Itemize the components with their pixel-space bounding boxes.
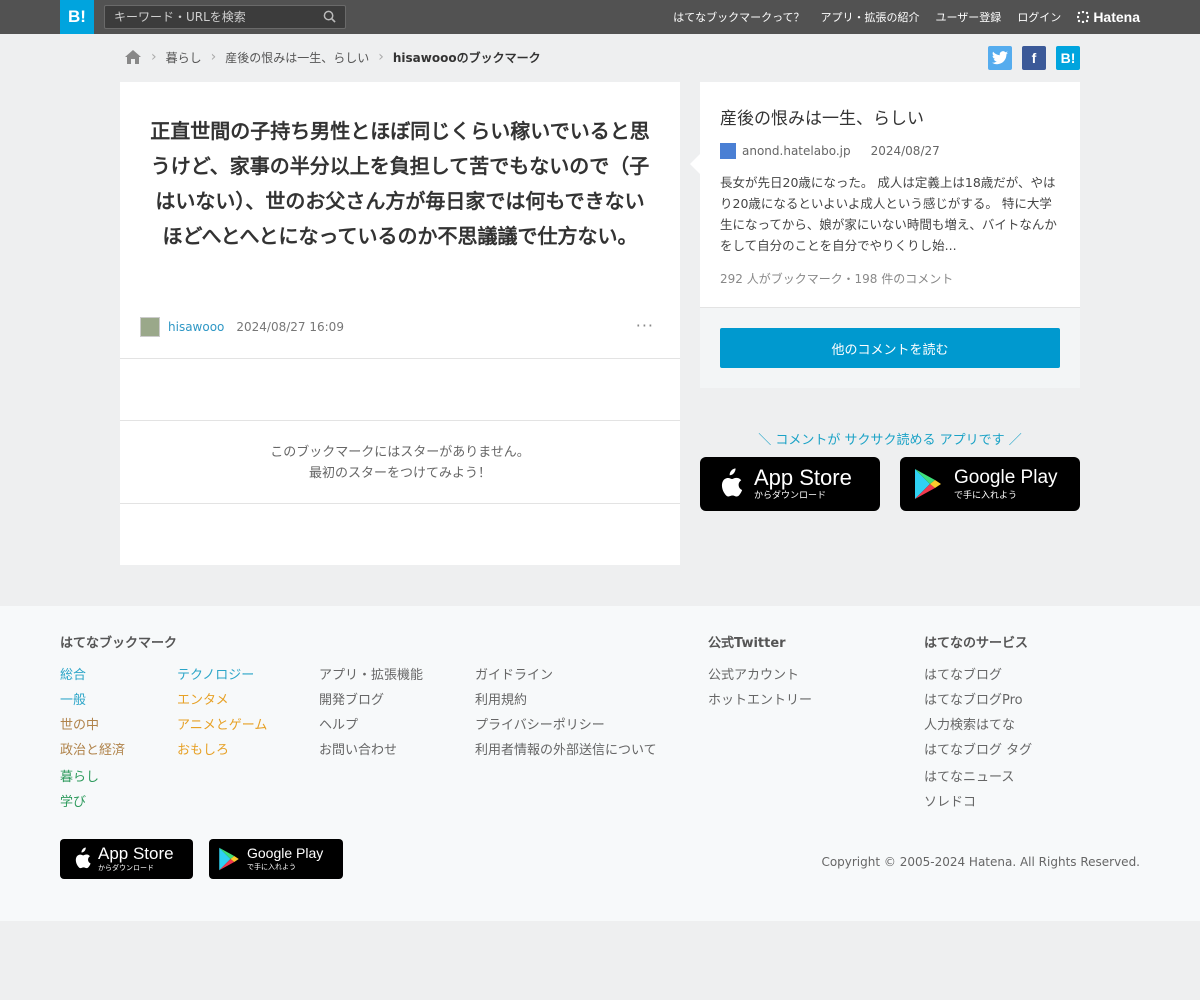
google-play-icon [219, 847, 239, 871]
hatena-b-icon: B! [1060, 50, 1076, 66]
twitter-bird-icon [992, 51, 1008, 65]
nav-about[interactable]: はてなブックマークって？ [673, 9, 804, 25]
chevron-right-icon: › [378, 49, 384, 65]
footer-cat-general[interactable]: 総合 [60, 664, 86, 683]
footer-service-news[interactable]: はてなニュース [924, 766, 1014, 785]
top-nav: はてなブックマークって？ アプリ・拡張の紹介 ユーザー登録 ログイン Haten… [657, 0, 1140, 34]
copyright: Copyright © 2005-2024 Hatena. All Rights… [821, 855, 1140, 869]
facebook-icon: f [1031, 50, 1037, 66]
apple-icon [721, 468, 743, 497]
breadcrumb-category[interactable]: 暮らし [166, 49, 202, 66]
site-favicon-icon [720, 143, 736, 159]
footer-google-play-label: Google Play [247, 845, 324, 861]
app-store-badge[interactable]: App Store からダウンロード [700, 457, 880, 511]
apple-icon [75, 847, 91, 869]
footer-cat-learning[interactable]: 学び [60, 791, 86, 810]
bookmark-card: 正直世間の子持ち男性とほぼ同じくらい稼いでいると思うけど、家事の半分以上を負担し… [120, 82, 680, 565]
hatena-share-button[interactable]: B! [1056, 46, 1080, 70]
footer-service-soredoko[interactable]: ソレドコ [924, 791, 976, 810]
hatena-dots-icon [1077, 11, 1090, 23]
chevron-right-icon: › [210, 49, 217, 65]
no-star-message: このブックマークにはスターがありません。 最初のスターをつけてみよう！ [120, 442, 680, 484]
breadcrumb-entry[interactable]: 産後の恨みは一生、らしい [225, 49, 369, 66]
footer-cat-fun[interactable]: おもしろ [177, 739, 229, 758]
entry-date: 2024/08/27 [870, 144, 940, 158]
footer: はてなブックマーク 総合 一般 世の中 政治と経済 暮らし 学び テクノロジー … [0, 606, 1200, 921]
footer-app-store-sub: からダウンロード [98, 864, 154, 872]
share-buttons: f B! [978, 46, 1080, 70]
app-promo-text: ＼ コメントが サクサク読める アプリです ／ [758, 433, 1022, 448]
footer-link-help[interactable]: ヘルプ [319, 714, 358, 733]
user-link[interactable]: hisawooo [168, 320, 224, 334]
footer-app-store-label: App Store [98, 844, 174, 863]
divider [120, 358, 680, 359]
app-store-label: App Store [754, 464, 852, 490]
footer-link-terms[interactable]: 利用規約 [475, 689, 527, 708]
footer-cat-world[interactable]: 世の中 [60, 714, 99, 733]
chevron-right-icon: › [151, 49, 157, 65]
entry-card: 産後の恨みは一生、らしい anond.hatelabo.jp 2024/08/2… [690, 82, 1080, 307]
bookmark-comment: 正直世間の子持ち男性とほぼ同じくらい稼いでいると思うけど、家事の半分以上を負担し… [150, 119, 650, 248]
footer-link-devblog[interactable]: 開発ブログ [319, 689, 384, 708]
hatena-bookmark-logo[interactable]: B! [60, 0, 94, 34]
google-play-icon [915, 469, 941, 499]
no-star-line2: 最初のスターをつけてみよう！ [308, 466, 491, 481]
nav-apps[interactable]: アプリ・拡張の紹介 [821, 9, 920, 25]
bookmark-meta: hisawooo 2024/08/27 16:09 [140, 317, 344, 337]
footer-cat-entertainment[interactable]: エンタメ [177, 689, 229, 708]
read-more-comments-button[interactable]: 他のコメントを読む [720, 328, 1060, 368]
footer-cat-ippan[interactable]: 一般 [60, 689, 86, 708]
footer-services-title: はてなのサービス [924, 636, 1029, 651]
footer-service-jinriki[interactable]: 人力検索はてな [924, 714, 1015, 733]
home-icon[interactable] [124, 49, 142, 65]
more-menu-icon[interactable]: ··· [636, 316, 654, 335]
no-star-line1: このブックマークにはスターがありません。 [270, 445, 530, 460]
footer-app-store-badge[interactable]: App Store からダウンロード [60, 839, 193, 879]
twitter-share-button[interactable] [988, 46, 1012, 70]
hatena-brand: Hatena [1093, 9, 1140, 25]
app-store-sub: からダウンロード [754, 490, 827, 501]
nav-login[interactable]: ログイン [1017, 9, 1061, 25]
google-play-badge[interactable]: Google Play で手に入れよう [900, 457, 1080, 511]
google-play-label: Google Play [954, 466, 1058, 488]
divider [120, 420, 680, 421]
footer-twitter-title: 公式Twitter [708, 636, 786, 651]
entry-bookmark-count[interactable]: 292 人がブックマーク・198 件のコメント [720, 270, 953, 287]
footer-service-blog[interactable]: はてなブログ [924, 664, 1002, 683]
bookmark-date: 2024/08/27 16:09 [236, 320, 344, 334]
entry-domain[interactable]: anond.hatelabo.jp [742, 144, 851, 158]
footer-google-play-badge[interactable]: Google Play で手に入れよう [209, 839, 343, 879]
entry-source: anond.hatelabo.jp 2024/08/27 [720, 143, 940, 159]
breadcrumb-current: hisawoooのブックマーク [392, 50, 541, 65]
footer-twitter-hotentry[interactable]: ホットエントリー [708, 689, 812, 708]
footer-cat-tech[interactable]: テクノロジー [177, 664, 254, 683]
search-icon[interactable] [323, 10, 336, 23]
facebook-share-button[interactable]: f [1022, 46, 1046, 70]
search-box [104, 5, 346, 29]
footer-link-guideline[interactable]: ガイドライン [475, 664, 553, 683]
read-more-area: 他のコメントを読む [700, 307, 1080, 388]
footer-bookmark-title: はてなブックマーク [60, 636, 178, 651]
footer-link-contact[interactable]: お問い合わせ [319, 739, 397, 758]
nav-register[interactable]: ユーザー登録 [936, 9, 1002, 25]
footer-google-play-sub: で手に入れよう [247, 863, 296, 871]
top-bar: B! はてなブックマークって？ アプリ・拡張の紹介 ユーザー登録 ログイン Ha… [0, 0, 1200, 34]
entry-description: 長女が先日20歳になった。 成人は定義上は18歳だが、やはり20歳になるといよい… [720, 175, 1057, 253]
entry-title[interactable]: 産後の恨みは一生、らしい [720, 104, 924, 129]
footer-link-apps[interactable]: アプリ・拡張機能 [319, 664, 423, 683]
footer-twitter-official[interactable]: 公式アカウント [708, 664, 799, 683]
footer-service-blogtag[interactable]: はてなブログ タグ [924, 739, 1032, 758]
footer-cat-politics[interactable]: 政治と経済 [60, 739, 125, 758]
google-play-sub: で手に入れよう [954, 490, 1018, 501]
footer-service-blogpro[interactable]: はてなブログPro [924, 689, 1023, 708]
divider [120, 503, 680, 504]
footer-cat-life[interactable]: 暮らし [60, 766, 99, 785]
avatar[interactable] [140, 317, 160, 337]
breadcrumb: › 暮らし › 産後の恨みは一生、らしい › hisawoooのブックマーク [124, 46, 541, 68]
search-input[interactable] [105, 6, 315, 28]
footer-link-external-data[interactable]: 利用者情報の外部送信について [475, 739, 657, 758]
hatena-link[interactable]: Hatena [1077, 9, 1140, 25]
footer-link-privacy[interactable]: プライバシーポリシー [475, 714, 605, 733]
footer-cat-anime-game[interactable]: アニメとゲーム [177, 714, 267, 733]
